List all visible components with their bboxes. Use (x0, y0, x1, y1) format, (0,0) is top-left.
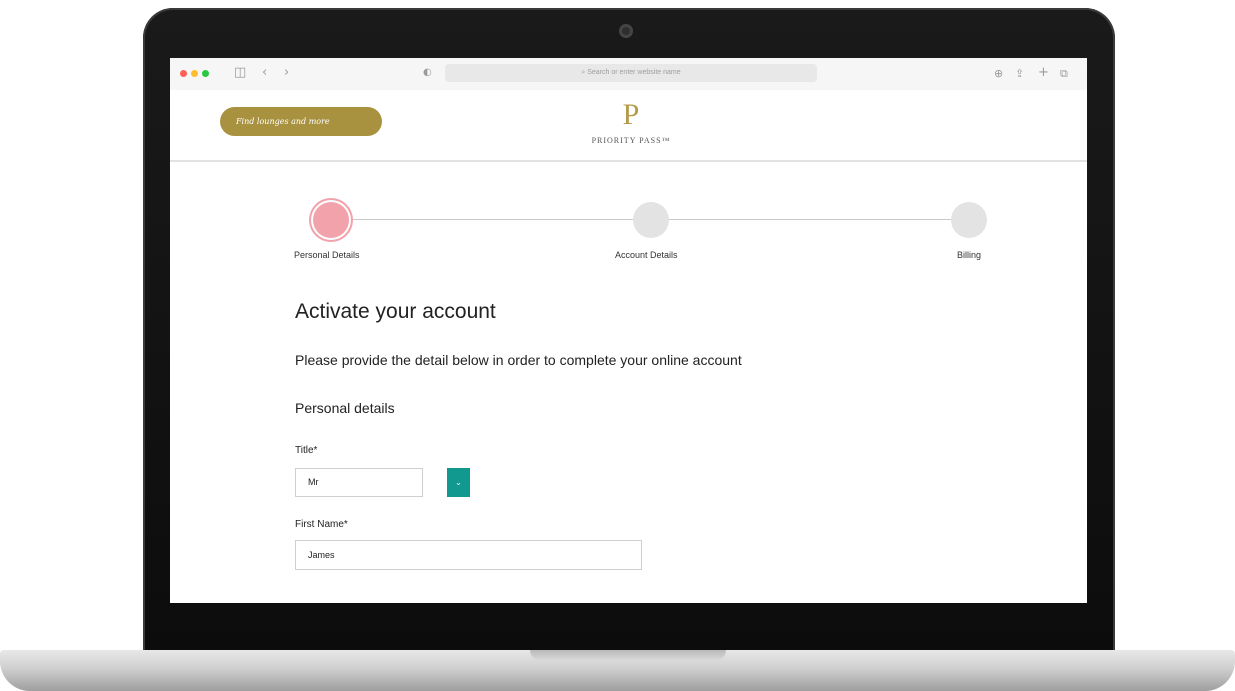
step-connector (651, 219, 951, 220)
step-label: Personal Details (294, 250, 360, 260)
step-account-details (633, 202, 669, 238)
browser-toolbar: ◫ ‹ › ◐ ⌕ Search or enter website name ⊕… (170, 58, 1087, 91)
step-billing (951, 202, 987, 238)
priority-pass-logo[interactable]: P (611, 100, 651, 130)
share-icon[interactable]: ⇪ (1015, 67, 1024, 80)
step-connector (331, 219, 633, 220)
close-window-icon[interactable] (180, 70, 187, 77)
privacy-icon[interactable]: ◐ (423, 67, 432, 78)
camera-icon (619, 24, 633, 38)
page-title: Activate your account (295, 300, 496, 323)
intro-text: Please provide the detail below in order… (295, 352, 742, 368)
address-placeholder: Search or enter website name (587, 69, 681, 76)
zoom-window-icon[interactable] (202, 70, 209, 77)
address-bar[interactable]: ⌕ Search or enter website name (445, 64, 817, 82)
laptop-screen: ◫ ‹ › ◐ ⌕ Search or enter website name ⊕… (170, 58, 1087, 603)
back-icon[interactable]: ‹ (262, 65, 267, 80)
new-tab-icon[interactable]: + (1038, 65, 1049, 80)
first-name-label: First Name* (295, 519, 348, 530)
sidebar-icon[interactable]: ◫ (234, 65, 246, 80)
minimize-window-icon[interactable] (191, 70, 198, 77)
site-header: Find lounges and more P PRIORITY PASS™ (170, 90, 1087, 162)
logo-text: PRIORITY PASS™ (591, 136, 671, 145)
title-label: Title* (295, 445, 318, 456)
step-personal-details (313, 202, 349, 238)
tabs-icon[interactable]: ⧉ (1060, 67, 1068, 81)
section-title: Personal details (295, 400, 395, 416)
main-content: Personal Details Account Details Billing… (220, 162, 1087, 603)
download-icon[interactable]: ⊕ (994, 67, 1003, 80)
find-lounges-button[interactable]: Find lounges and more (220, 107, 382, 136)
first-name-field[interactable]: James (295, 540, 642, 570)
title-select[interactable]: Mr (295, 468, 423, 497)
chevron-down-icon[interactable]: ⌄ (447, 468, 470, 497)
forward-icon[interactable]: › (284, 65, 289, 80)
laptop-notch (530, 650, 726, 660)
step-label: Account Details (615, 250, 678, 260)
step-label: Billing (957, 250, 982, 260)
